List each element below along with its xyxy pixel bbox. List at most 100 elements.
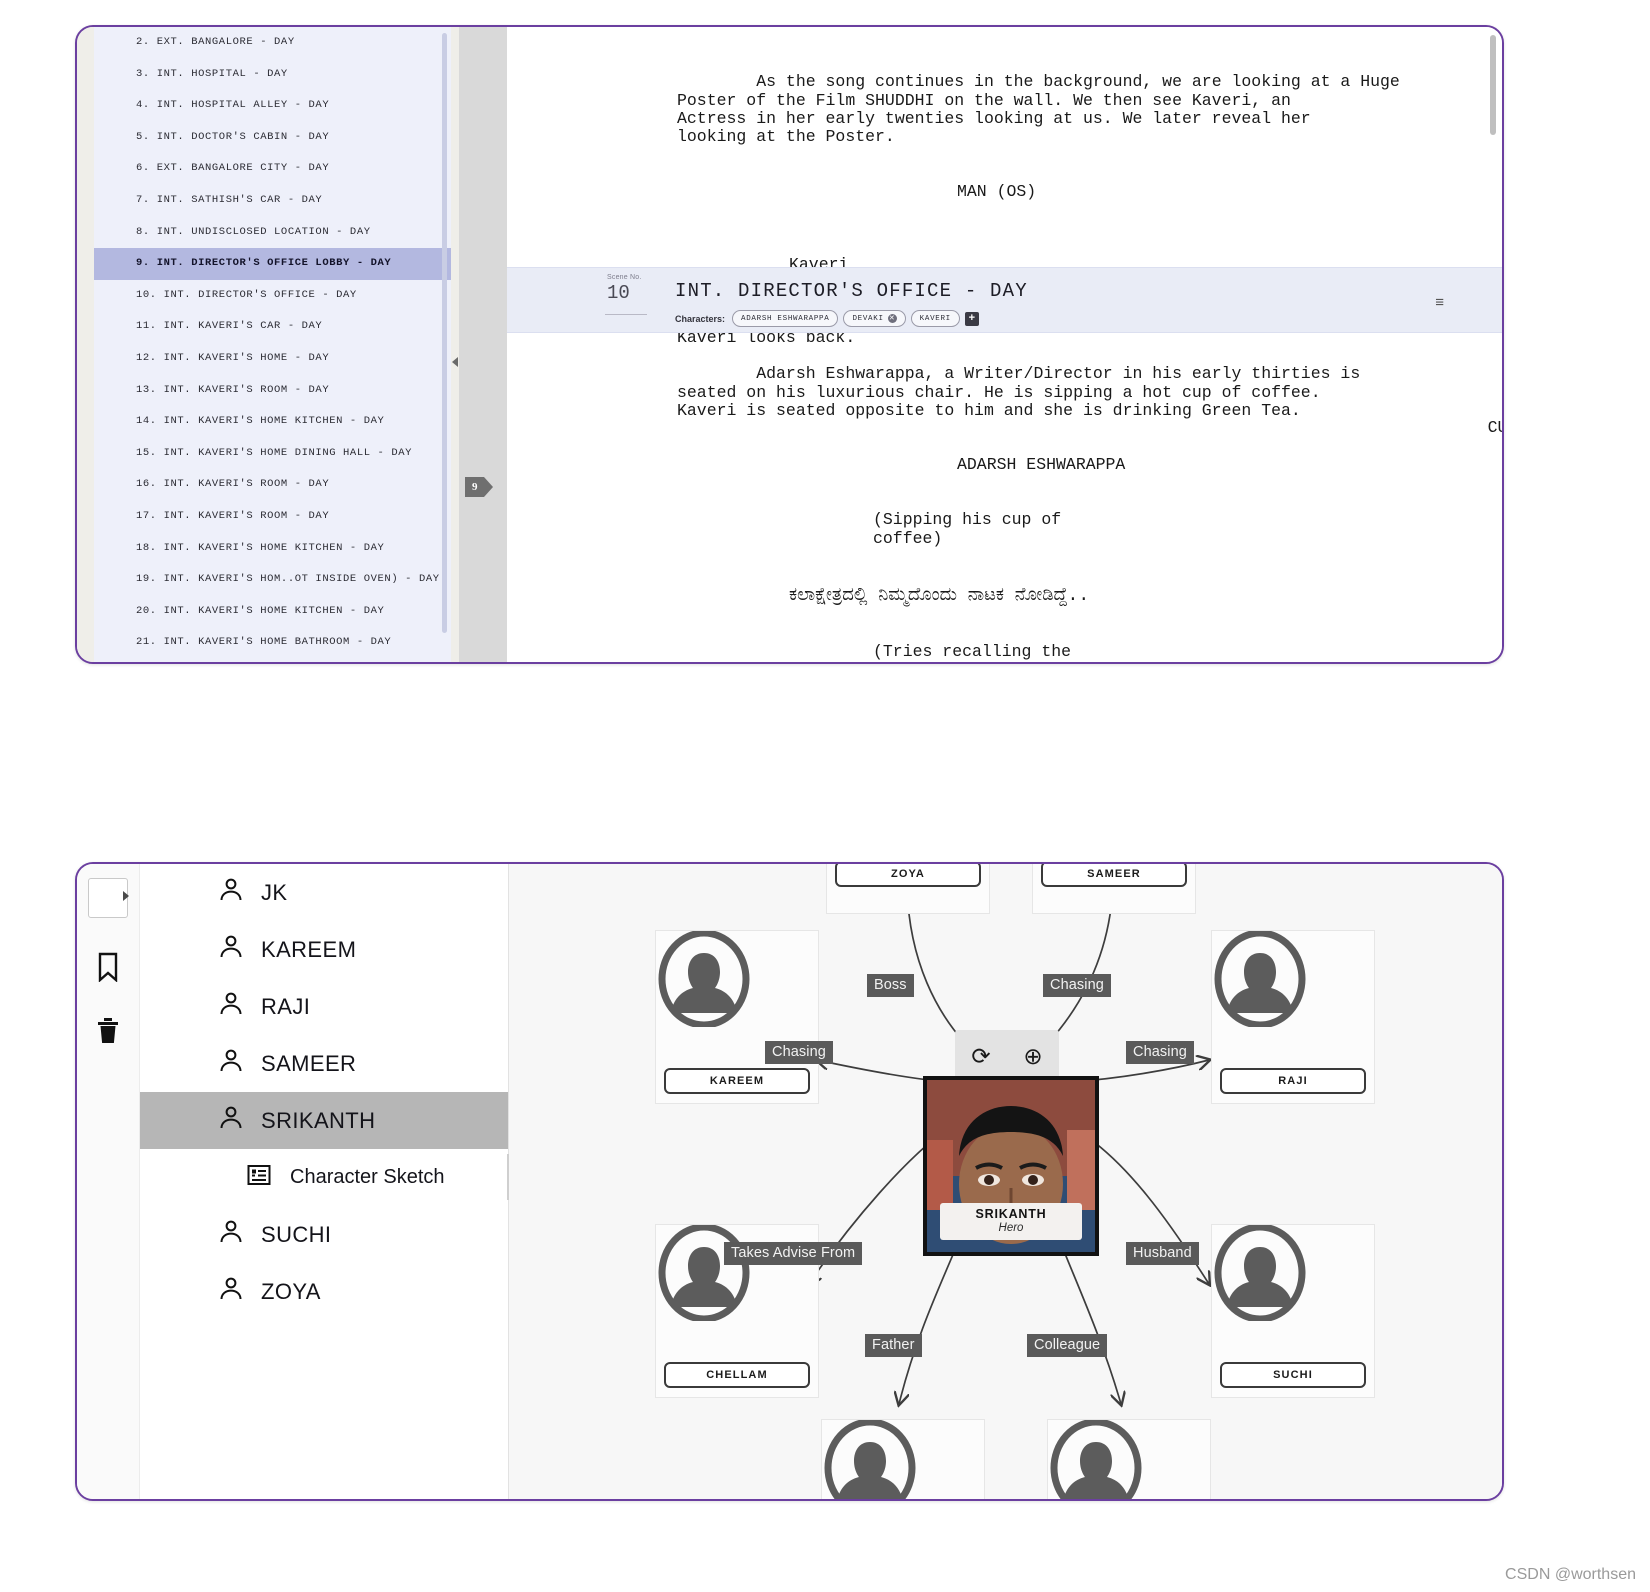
character-chip[interactable]: DEVAKI ✕	[843, 310, 906, 327]
collapse-panel-icon[interactable]	[452, 357, 458, 367]
characters-label: Characters:	[675, 313, 726, 324]
relationship-map-window: JK KAREEM RAJI SAMEER SRIKANTH Character Sket…	[75, 862, 1504, 1501]
edge-label-boss[interactable]: Boss	[867, 974, 914, 997]
character-chip-label: DEVAKI	[852, 314, 884, 323]
character-chip-label: ADARSH ESHWARAPPA	[741, 314, 830, 323]
person-icon	[218, 1219, 244, 1250]
edge-label-takes-advise-from[interactable]: Takes Advise From	[724, 1242, 863, 1265]
scene-list-scrollbar[interactable]	[442, 33, 447, 633]
scene-no-divider	[605, 314, 647, 315]
scene-list-item[interactable]: 15. INT. KAVERI'S HOME DINING HALL - DAY	[94, 438, 451, 470]
expand-rail-icon[interactable]	[123, 891, 129, 901]
scene-list[interactable]: 2. EXT. BANGALORE - DAY 3. INT. HOSPITAL …	[94, 27, 451, 662]
character-chip[interactable]: KAVERI	[910, 310, 960, 327]
scene-list-item[interactable]: 12. INT. KAVERI'S HOME - DAY	[94, 343, 451, 375]
scene-list-item[interactable]: 10. INT. DIRECTOR'S OFFICE - DAY	[94, 280, 451, 312]
script-page[interactable]: As the song continues in the background,…	[507, 27, 1502, 662]
person-icon	[218, 1105, 244, 1136]
bookmark-icon[interactable]	[94, 952, 122, 982]
node-suchi[interactable]: SUCHI	[1211, 1224, 1375, 1398]
person-icon	[218, 1276, 244, 1307]
scene-list-item[interactable]: 7. INT. SATHISH'S CAR - DAY	[94, 185, 451, 217]
page-icon[interactable]	[88, 878, 128, 918]
node-label: ZOYA	[835, 864, 981, 887]
scene-list-item[interactable]: 13. INT. KAVERI'S ROOM - DAY	[94, 375, 451, 407]
character-list-item-label: ZOYA	[261, 1278, 321, 1304]
node-label: RAJI	[1220, 1068, 1366, 1094]
character-list-item-label: RAJI	[261, 993, 311, 1019]
node-toolbar[interactable]: ⟳ ⊕	[955, 1030, 1059, 1082]
add-character-button[interactable]: +	[964, 311, 979, 326]
character-sketch-label: Character Sketch	[290, 1166, 445, 1188]
character-list-item-suchi[interactable]: SUCHI	[140, 1206, 508, 1263]
character-sketch-item[interactable]: Character Sketch	[140, 1149, 508, 1206]
action-paragraph: As the song continues in the background,…	[677, 72, 1400, 147]
relationship-canvas[interactable]: ZOYA SAMEER KAREEM RAJI CHELLAM SUCHI ⟳ …	[509, 864, 1502, 1499]
dialogue-kannada-1: ಕಲಾಕ್ಷೇತ್ರದಲ್ಲಿ ನಿಮ್ಮದೊಂದು ನಾಟಕ ನೋಡಿದ್ದೆ…	[789, 585, 1090, 606]
scene-list-item[interactable]: 8. INT. UNDISCLOSED LOCATION - DAY	[94, 217, 451, 249]
script-block-scene-10[interactable]: Adarsh Eshwarappa, a Writer/Director in …	[677, 347, 1360, 662]
scene-list-item[interactable]: 16. INT. KAVERI'S ROOM - DAY	[94, 469, 451, 501]
node-bottom-right[interactable]	[1047, 1419, 1211, 1499]
refresh-icon[interactable]: ⟳	[971, 1044, 990, 1068]
scene-list-item[interactable]: 17. INT. KAVERI'S ROOM - DAY	[94, 501, 451, 533]
left-tool-rail[interactable]	[77, 864, 140, 1499]
character-list-item-sameer[interactable]: SAMEER	[140, 1035, 508, 1092]
scene-list-item[interactable]: 14. INT. KAVERI'S HOME KITCHEN - DAY	[94, 406, 451, 438]
edge-label-chasing-raji[interactable]: Chasing	[1126, 1041, 1194, 1064]
node-raji[interactable]: RAJI	[1211, 930, 1375, 1104]
edge-label-husband[interactable]: Husband	[1126, 1242, 1199, 1265]
scene-list-gutter	[451, 27, 459, 662]
character-list-item-label: SAMEER	[261, 1050, 357, 1076]
node-label: SUCHI	[1220, 1362, 1366, 1388]
node-kareem[interactable]: KAREEM	[655, 930, 819, 1104]
scene-no-caption: Scene No.	[607, 274, 642, 281]
character-list-item-raji[interactable]: RAJI	[140, 978, 508, 1035]
scene-header-bar[interactable]: Scene No. 10 INT. DIRECTOR'S OFFICE - DA…	[507, 267, 1502, 333]
trash-icon[interactable]	[94, 1016, 122, 1046]
scene-list-item[interactable]: 9. INT. DIRECTOR'S OFFICE LOBBY - DAY	[94, 248, 451, 280]
node-zoya[interactable]: ZOYA	[826, 864, 990, 914]
character-list-panel[interactable]: JK KAREEM RAJI SAMEER SRIKANTH Character Sket…	[140, 864, 510, 1499]
edge-label-colleague[interactable]: Colleague	[1027, 1334, 1108, 1357]
scene-list-item[interactable]: 19. INT. KAVERI'S HOM..OT INSIDE OVEN) -…	[94, 564, 451, 596]
character-chip[interactable]: ADARSH ESHWARAPPA	[732, 310, 839, 327]
avatar-icon	[824, 1420, 951, 1499]
scene-list-item[interactable]: 21. INT. KAVERI'S HOME BATHROOM - DAY	[94, 627, 451, 659]
person-icon	[218, 991, 244, 1022]
edge-label-chasing-kareem[interactable]: Chasing	[765, 1041, 833, 1064]
character-list-item-label: SRIKANTH	[261, 1107, 376, 1133]
scene-list-item[interactable]: 18. INT. KAVERI'S HOME KITCHEN - DAY	[94, 533, 451, 565]
page-margin-gutter: 9	[459, 27, 507, 662]
character-list-item-jk[interactable]: JK	[140, 864, 508, 921]
node-bottom-left[interactable]	[821, 1419, 985, 1499]
character-list-item-zoya[interactable]: ZOYA	[140, 1263, 508, 1320]
watermark: CSDN @worthsen	[1505, 1566, 1636, 1583]
scene-slugline[interactable]: INT. DIRECTOR'S OFFICE - DAY	[675, 280, 1028, 302]
scene-number[interactable]: 10	[607, 282, 630, 304]
scene-list-item[interactable]: 6. EXT. BANGALORE CITY - DAY	[94, 153, 451, 185]
avatar-icon	[1214, 1225, 1341, 1333]
scene-list-item[interactable]: 4. INT. HOSPITAL ALLEY - DAY	[94, 90, 451, 122]
remove-character-icon[interactable]: ✕	[887, 314, 897, 323]
scene-list-item[interactable]: 11. INT. KAVERI'S CAR - DAY	[94, 311, 451, 343]
character-cue: MAN (OS)	[957, 181, 1037, 201]
scene-list-item[interactable]: 3. INT. HOSPITAL - DAY	[94, 59, 451, 91]
scene-list-item[interactable]: 5. INT. DOCTOR'S CABIN - DAY	[94, 122, 451, 154]
scene-number-badge[interactable]: 9	[465, 477, 492, 497]
edge-label-father[interactable]: Father	[865, 1334, 922, 1357]
scene-list-item[interactable]: 2. EXT. BANGALORE - DAY	[94, 27, 451, 59]
character-list-item-label: SUCHI	[261, 1221, 332, 1247]
character-list-item-srikanth[interactable]: SRIKANTH	[140, 1092, 508, 1149]
add-icon[interactable]: ⊕	[1023, 1044, 1042, 1068]
avatar-icon	[1050, 1420, 1177, 1499]
character-list-item-kareem[interactable]: KAREEM	[140, 921, 508, 978]
node-sameer[interactable]: SAMEER	[1032, 864, 1196, 914]
hero-node-srikanth[interactable]: SRIKANTH Hero	[923, 1076, 1099, 1256]
scene-menu-icon[interactable]: ≡	[1435, 294, 1444, 311]
hero-role: Hero	[998, 1221, 1024, 1234]
parenthetical-2: (Tries recalling the name)	[873, 642, 1072, 662]
scene-list-item[interactable]: 20. INT. KAVERI'S HOME KITCHEN - DAY	[94, 596, 451, 628]
edge-label-chasing-sameer[interactable]: Chasing	[1043, 974, 1111, 997]
scene-characters-row[interactable]: Characters: ADARSH ESHWARAPPA DEVAKI ✕ KAVE…	[675, 310, 979, 327]
